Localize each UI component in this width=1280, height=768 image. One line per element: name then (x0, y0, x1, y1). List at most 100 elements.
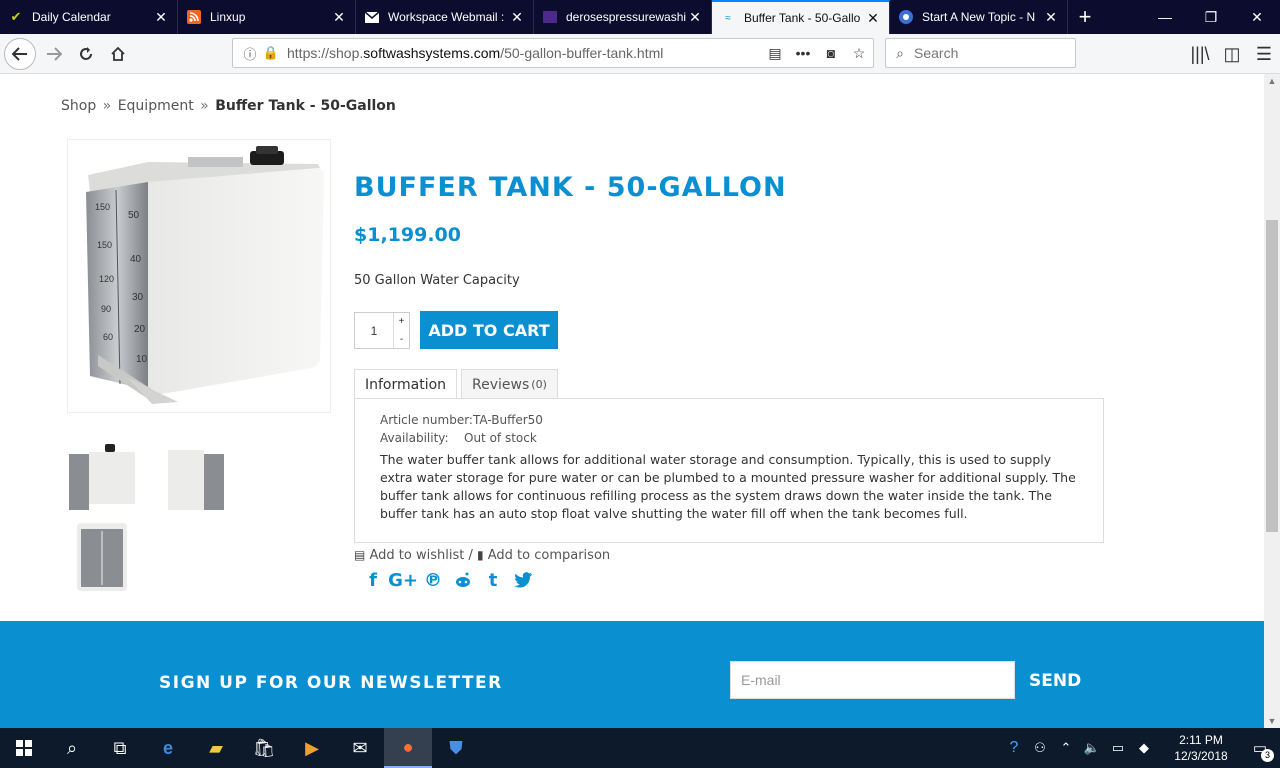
quantity-decrease-button[interactable]: - (394, 331, 409, 349)
page-actions-icon[interactable]: ••• (789, 45, 817, 61)
tab-linxup[interactable]: Linxup ✕ (178, 0, 356, 34)
notification-count: 3 (1261, 749, 1274, 762)
bookmark-star-icon[interactable]: ☆ (845, 45, 873, 62)
quantity-stepper: + - (354, 312, 410, 349)
edge-icon[interactable]: e (144, 728, 192, 768)
article-number-label: Article number: (380, 413, 473, 427)
site-icon (542, 9, 558, 25)
system-tray: ? ⚇ ⌃ 🔈 ▭ ◆ 2:11 PM 12/3/2018 ▭ 3 (1000, 728, 1280, 768)
newsletter-send-button[interactable]: SEND (1029, 671, 1081, 691)
quantity-steps: + - (393, 313, 409, 348)
close-window-icon[interactable]: ✕ (1234, 0, 1280, 34)
address-bar[interactable]: ⓘ 🔒 https://shop.softwashsystems.com/50-… (232, 38, 874, 68)
forward-button[interactable] (38, 38, 70, 70)
twitter-icon[interactable] (508, 568, 538, 592)
facebook-icon[interactable]: f (358, 568, 388, 592)
home-button[interactable] (102, 38, 134, 70)
store-icon[interactable]: 🛍 (240, 728, 288, 768)
add-to-wishlist-link[interactable]: Add to wishlist (369, 548, 464, 563)
sidebar-icon[interactable]: ◫ (1216, 38, 1248, 70)
start-button[interactable] (0, 728, 48, 768)
clock-time: 2:11 PM (1179, 733, 1223, 747)
show-hidden-icons-icon[interactable]: ⌃ (1054, 740, 1078, 756)
task-view-icon[interactable]: ⧉ (96, 728, 144, 768)
information-panel: Article number:TA-Buffer50 Availability:… (354, 398, 1104, 543)
breadcrumb-equipment[interactable]: Equipment (118, 98, 194, 114)
back-button[interactable] (4, 38, 36, 70)
search-icon[interactable]: ⌕ (48, 728, 96, 768)
product-short-description: 50 Gallon Water Capacity (354, 273, 520, 288)
tank-mark-l1: 150 (95, 202, 110, 212)
tank-mark-r5: 10 (136, 354, 148, 365)
rss-icon (186, 9, 202, 25)
firefox-icon[interactable]: ● (384, 728, 432, 768)
reload-icon (80, 47, 92, 60)
restore-icon[interactable]: ❐ (1188, 0, 1234, 34)
menu-icon[interactable]: ☰ (1248, 38, 1280, 70)
help-icon[interactable]: ? (1002, 739, 1026, 757)
page-content: Shop » Equipment » Buffer Tank - 50-Gall… (0, 74, 1264, 728)
thumbnail-back[interactable] (65, 519, 139, 595)
action-center-icon[interactable]: ▭ 3 (1240, 739, 1280, 762)
product-main-image[interactable]: 150 150 120 90 60 50 40 30 20 10 (67, 139, 331, 413)
tab-reviews[interactable]: Reviews (0) (461, 369, 558, 399)
tab-buffer-tank[interactable]: ≈ Buffer Tank - 50-Gallo ✕ (712, 0, 890, 34)
search-bar[interactable]: ⌕ Search (885, 38, 1076, 68)
tab-webmail[interactable]: Workspace Webmail : ✕ (356, 0, 534, 34)
add-to-comparison-link[interactable]: Add to comparison (488, 548, 610, 563)
check-icon: ✔ (10, 9, 22, 24)
mail-icon[interactable]: ✉ (336, 728, 384, 768)
close-tab-icon[interactable]: ✕ (509, 9, 525, 26)
tab-information[interactable]: Information (354, 369, 458, 399)
url-text[interactable]: https://shop.softwashsystems.com/50-gall… (281, 45, 761, 61)
security-app-icon[interactable]: ⛊ (432, 728, 480, 768)
people-icon[interactable]: ⚇ (1028, 740, 1052, 756)
close-tab-icon[interactable]: ✕ (1043, 9, 1059, 26)
network-icon[interactable]: ▭ (1106, 740, 1130, 756)
search-input[interactable]: Search (914, 45, 958, 61)
scrollbar-thumb[interactable] (1266, 220, 1278, 532)
new-tab-button[interactable]: + (1068, 0, 1102, 34)
pinterest-icon[interactable]: ℗ (418, 568, 448, 592)
thumbnail-side[interactable] (160, 440, 234, 516)
add-to-cart-button[interactable]: ADD TO CART (420, 311, 558, 349)
tumblr-icon[interactable]: t (478, 568, 508, 592)
tab-label: Workspace Webmail : (388, 10, 505, 24)
lock-icon[interactable]: 🔒 (261, 45, 281, 61)
close-tab-icon[interactable]: ✕ (865, 10, 881, 27)
volume-icon[interactable]: 🔈 (1080, 740, 1104, 756)
pocket-icon[interactable]: ◙ (817, 45, 845, 61)
thumbnail-front[interactable] (65, 440, 139, 516)
reload-button[interactable] (70, 38, 102, 70)
quantity-input[interactable] (355, 313, 393, 348)
google-plus-icon[interactable]: G+ (388, 568, 418, 592)
scroll-down-icon[interactable]: ▼ (1264, 716, 1280, 726)
scroll-up-icon[interactable]: ▲ (1264, 76, 1280, 86)
tab-derosespressurewashing[interactable]: derosespressurewashi ✕ (534, 0, 712, 34)
close-tab-icon[interactable]: ✕ (153, 9, 169, 26)
quantity-increase-button[interactable]: + (394, 313, 409, 331)
minimize-icon[interactable]: — (1142, 0, 1188, 34)
close-tab-icon[interactable]: ✕ (687, 9, 703, 26)
media-player-icon[interactable]: ▶ (288, 728, 336, 768)
reddit-icon[interactable] (448, 568, 478, 592)
breadcrumb-current: Buffer Tank - 50-Gallon (215, 98, 396, 114)
product-actions: ▤ Add to wishlist / ▮ Add to comparison (354, 548, 610, 563)
newsletter-email-input[interactable]: E-mail (730, 661, 1015, 699)
tab-start-new-topic[interactable]: Start A New Topic - N ✕ (890, 0, 1068, 34)
window-controls: — ❐ ✕ (1142, 0, 1280, 34)
navigation-toolbar: ⓘ 🔒 https://shop.softwashsystems.com/50-… (0, 34, 1280, 74)
file-explorer-icon[interactable]: ▰ (192, 728, 240, 768)
breadcrumb-shop[interactable]: Shop (61, 98, 96, 114)
reader-view-icon[interactable]: ▤ (761, 45, 789, 62)
taskbar-clock[interactable]: 2:11 PM 12/3/2018 (1162, 732, 1240, 764)
close-tab-icon[interactable]: ✕ (331, 9, 347, 26)
tab-daily-calendar[interactable]: ✔ Daily Calendar ✕ (0, 0, 178, 34)
library-icon[interactable]: |||\ (1184, 38, 1216, 70)
wishlist-icon: ▤ (354, 548, 366, 562)
product-description: The water buffer tank allows for additio… (380, 452, 1076, 521)
info-icon[interactable]: ⓘ (239, 44, 261, 63)
dropbox-icon[interactable]: ◆ (1132, 740, 1156, 756)
newsletter-title: SIGN UP FOR OUR NEWSLETTER (159, 673, 503, 693)
page-scrollbar[interactable]: ▲ ▼ (1264, 74, 1280, 728)
